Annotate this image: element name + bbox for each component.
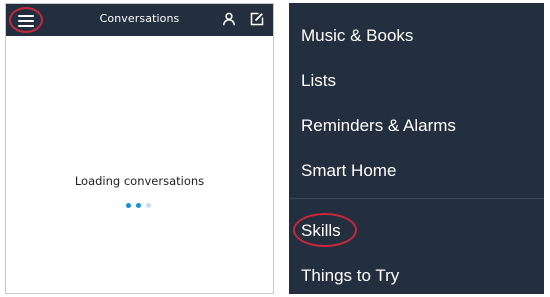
menu-item-things-to-try[interactable]: Things to Try [301,266,399,286]
hamburger-menu-icon [18,15,34,27]
loading-dot [146,203,151,208]
loading-indicator [126,203,156,211]
menu-item-music-books[interactable]: Music & Books [301,26,413,46]
loading-message: Loading conversations [74,174,205,188]
compose-icon[interactable] [250,12,264,26]
menu-item-smart-home[interactable]: Smart Home [301,161,396,181]
loading-dot [136,203,141,208]
menu-button[interactable] [9,7,43,33]
conversations-screen: Conversations Loading conversations [5,3,274,294]
menu-item-lists[interactable]: Lists [301,71,336,91]
menu-item-skills[interactable]: Skills [301,221,341,241]
menu-item-reminders-alarms[interactable]: Reminders & Alarms [301,116,456,136]
person-icon[interactable] [222,12,236,26]
top-bar: Conversations [6,4,273,36]
navigation-menu: Music & Books Lists Reminders & Alarms S… [289,3,544,294]
loading-dot [126,203,131,208]
menu-divider [289,198,544,199]
page-title: Conversations [99,12,180,25]
